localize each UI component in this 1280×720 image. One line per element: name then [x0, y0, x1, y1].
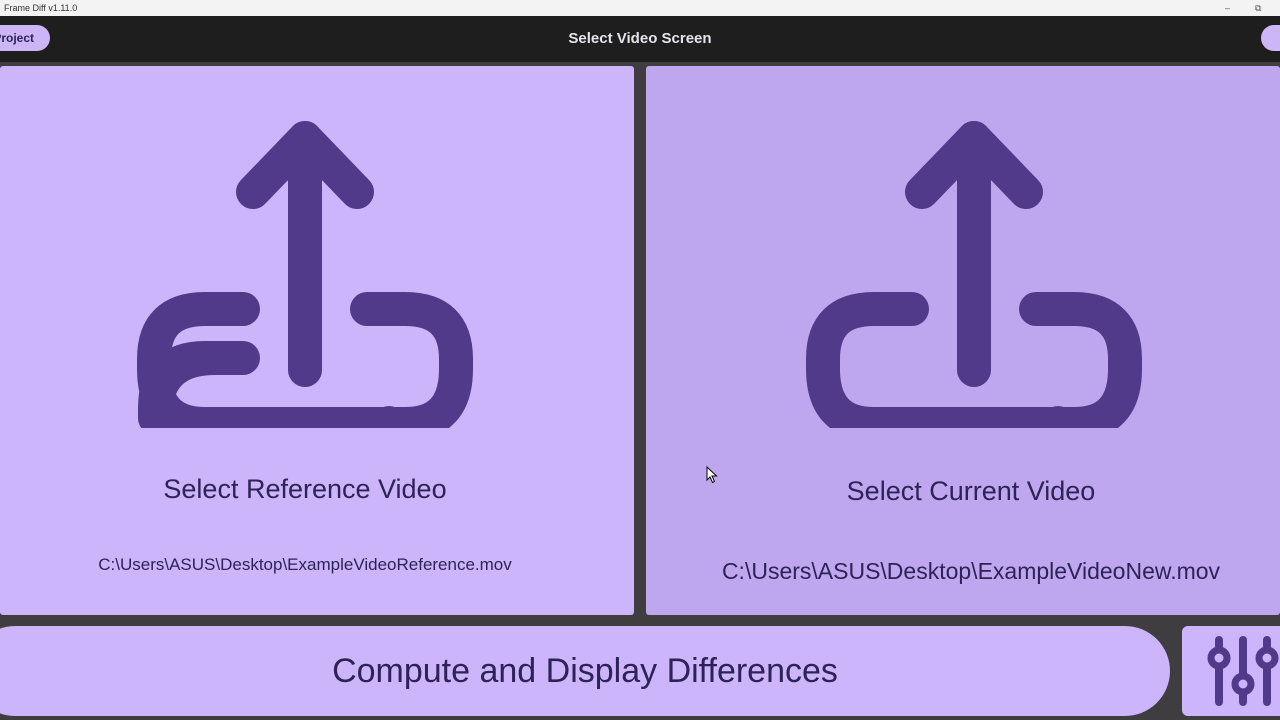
- sliders-icon: [1207, 636, 1279, 706]
- restore-icon[interactable]: ⧉: [1255, 0, 1261, 16]
- window-title: Frame Diff v1.11.0: [4, 3, 78, 13]
- upload-icon: [806, 121, 1142, 428]
- settings-button[interactable]: [1182, 626, 1280, 716]
- window-titlebar: Frame Diff v1.11.0 – ⧉: [0, 0, 1280, 16]
- screen-title: Select Video Screen: [568, 30, 712, 47]
- reference-video-path: C:\Users\ASUS\Desktop\ExampleVideoRefere…: [98, 555, 512, 574]
- select-current-video-label: Select Current Video: [846, 476, 1096, 506]
- select-reference-video-panel[interactable]: Select Reference Video C:\Users\ASUS\Des…: [0, 66, 634, 615]
- compute-differences-button[interactable]: Compute and Display Differences: [0, 626, 1170, 716]
- current-video-path: C:\Users\ASUS\Desktop\ExampleVideoNew.mo…: [721, 558, 1221, 584]
- app-header: Project Select Video Screen: [0, 16, 1280, 62]
- header-right-button[interactable]: [1261, 25, 1280, 51]
- minimize-icon[interactable]: –: [1225, 0, 1230, 16]
- upload-icon: [137, 121, 473, 428]
- select-current-video-panel[interactable]: Select Current Video C:\Users\ASUS\Deskt…: [646, 66, 1280, 615]
- mouse-cursor-icon: [706, 466, 718, 484]
- select-reference-video-label: Select Reference Video: [163, 474, 447, 504]
